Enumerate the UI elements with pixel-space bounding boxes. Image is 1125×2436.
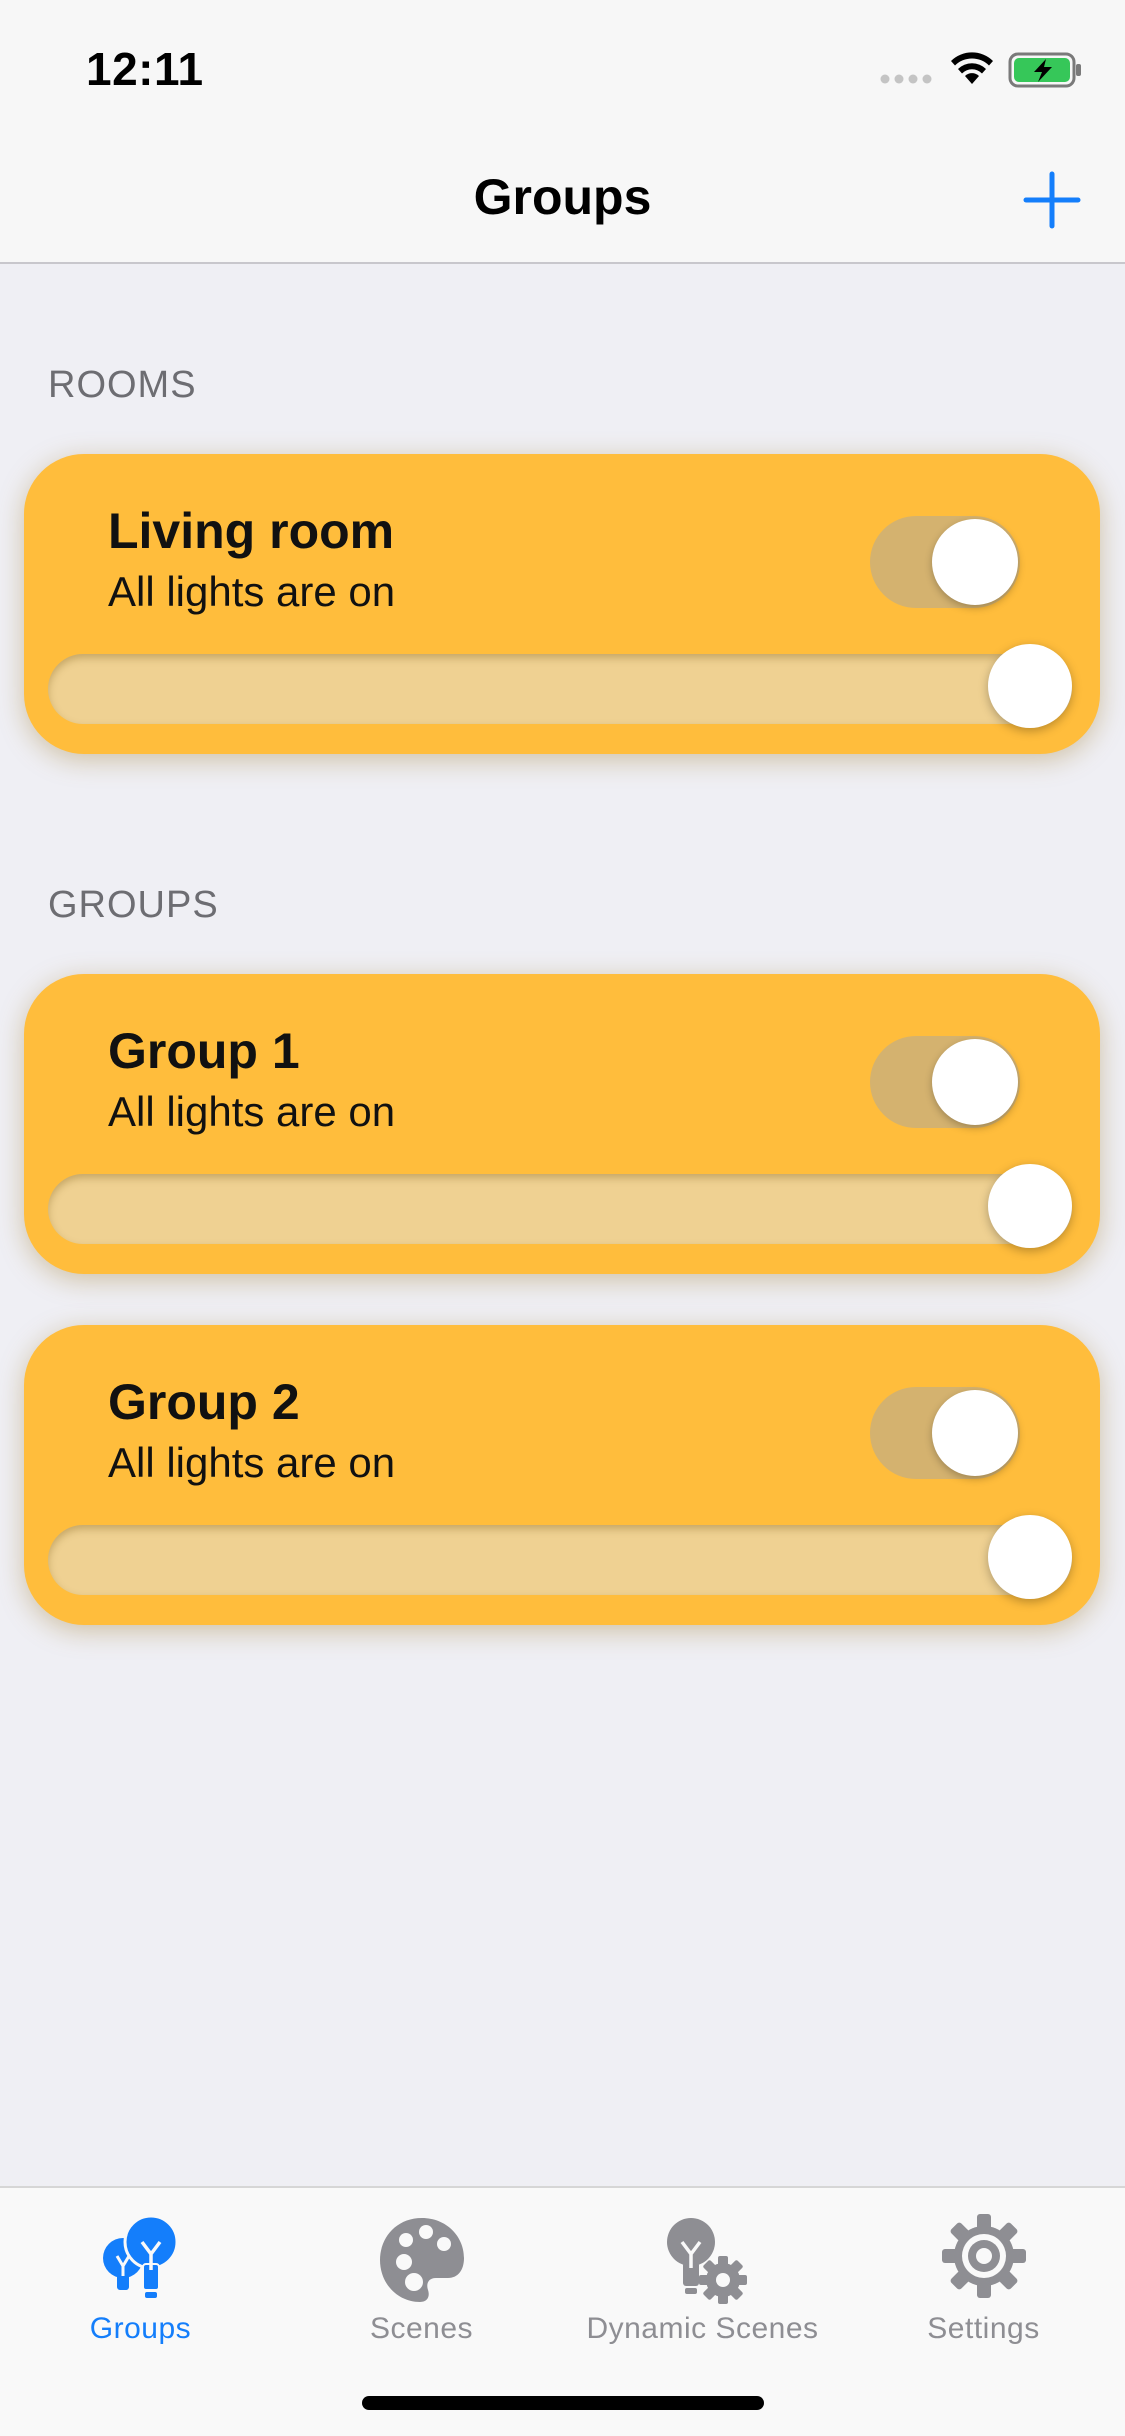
battery-icon: [1008, 52, 1081, 88]
lightbulbs-icon: [102, 2214, 178, 2298]
tab-dynamic-scenes[interactable]: Dynamic Scenes: [562, 2200, 843, 2350]
tab-label: Scenes: [369, 2312, 474, 2345]
power-toggle[interactable]: [870, 516, 1020, 608]
tab-label: Settings: [927, 2312, 1040, 2345]
tab-label: Dynamic Scenes: [586, 2312, 819, 2345]
card-title: Group 2: [108, 1374, 300, 1430]
brightness-slider[interactable]: [48, 644, 1072, 728]
signal-icon: [880, 74, 932, 84]
card-title: Group 1: [108, 1023, 300, 1079]
tab-label: Groups: [89, 2312, 192, 2345]
card-status: All lights are on: [108, 568, 396, 615]
section-header-groups: GROUPS: [48, 884, 219, 926]
gear-icon: [941, 2214, 1026, 2298]
tab-scenes[interactable]: Scenes: [281, 2200, 562, 2350]
brightness-slider[interactable]: [48, 1515, 1072, 1599]
power-toggle[interactable]: [870, 1036, 1020, 1128]
palette-icon: [379, 2218, 464, 2302]
bulb-gear-icon: [666, 2218, 747, 2304]
toggle-knob: [932, 1039, 1018, 1125]
card-status: All lights are on: [108, 1439, 396, 1486]
brightness-slider[interactable]: [48, 1164, 1072, 1248]
section-header-rooms: ROOMS: [48, 364, 197, 406]
tab-groups[interactable]: Groups: [0, 2200, 281, 2350]
card-title: Living room: [108, 503, 395, 559]
wifi-icon: [951, 52, 993, 84]
page-title: Groups: [473, 169, 652, 225]
status-bar: 12:11: [0, 0, 1125, 132]
navigation-bar: Groups: [0, 132, 1125, 264]
power-toggle[interactable]: [870, 1387, 1020, 1479]
card-status: All lights are on: [108, 1088, 396, 1135]
add-group-button[interactable]: [1020, 168, 1084, 232]
group-card-living-room[interactable]: Living room All lights are on: [24, 454, 1100, 754]
slider-handle[interactable]: [988, 644, 1072, 728]
tab-settings[interactable]: Settings: [843, 2200, 1124, 2350]
slider-handle[interactable]: [988, 1515, 1072, 1599]
toggle-knob: [932, 519, 1018, 605]
status-time: 12:11: [86, 43, 204, 95]
group-card-group-2[interactable]: Group 2 All lights are on: [24, 1325, 1100, 1625]
home-indicator: [362, 2396, 764, 2410]
group-card-group-1[interactable]: Group 1 All lights are on: [24, 974, 1100, 1274]
toggle-knob: [932, 1390, 1018, 1476]
slider-handle[interactable]: [988, 1164, 1072, 1248]
